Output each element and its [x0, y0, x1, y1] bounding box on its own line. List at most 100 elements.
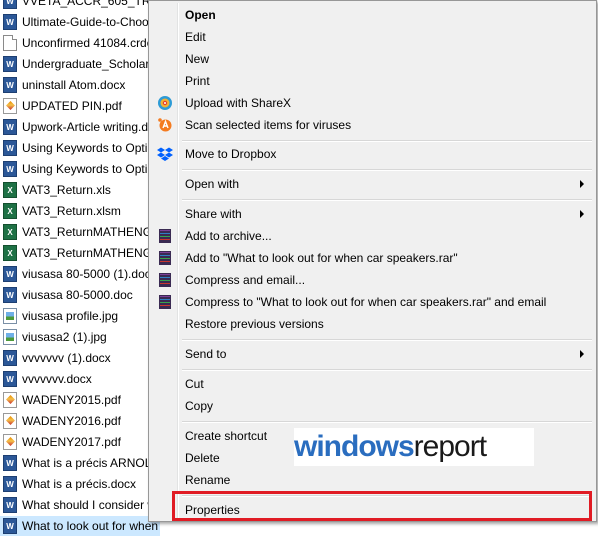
word-file-icon — [3, 455, 17, 471]
file-name: WADENY2015.pdf — [22, 393, 121, 407]
file-name: uninstall Atom.docx — [22, 78, 126, 92]
menu-separator — [182, 339, 592, 341]
menu-item-print[interactable]: Print — [151, 70, 594, 92]
file-name: viusasa2 (1).jpg — [22, 330, 107, 344]
watermark-part-report: report — [413, 430, 487, 463]
file-name: What should I consider w — [22, 498, 157, 512]
menu-item-copy[interactable]: Copy — [151, 395, 594, 417]
menu-item-open[interactable]: Open — [151, 4, 594, 26]
menu-item-label: Add to "What to look out for when car sp… — [185, 251, 458, 265]
menu-item-label: Compress and email... — [185, 273, 306, 287]
file-list-item[interactable]: UPDATED PIN.pdf — [0, 96, 160, 116]
file-list-item[interactable]: Using Keywords to Optir — [0, 159, 160, 179]
file-list-item[interactable]: What to look out for when c — [0, 516, 160, 536]
menu-item-label: Create shortcut — [185, 429, 268, 443]
file-list-item[interactable]: WADENY2016.pdf — [0, 411, 160, 431]
pdf-file-icon — [3, 413, 17, 429]
file-name: What is a précis ARNOLD — [22, 456, 160, 470]
dropbox-icon — [157, 147, 173, 161]
excel-file-icon — [3, 182, 17, 198]
file-list-item[interactable]: Unconfirmed 41084.crdo — [0, 33, 160, 53]
file-list-item[interactable]: What is a précis.docx — [0, 474, 160, 494]
menu-item-compress-email[interactable]: Compress and email... — [151, 269, 594, 291]
submenu-arrow-icon — [580, 210, 584, 218]
file-list-item[interactable]: viusasa 80-5000.doc — [0, 285, 160, 305]
menu-item-label: Print — [185, 74, 210, 88]
file-name: Unconfirmed 41084.crdo — [22, 36, 154, 50]
word-file-icon — [3, 476, 17, 492]
file-name: Undergraduate_Scholars — [22, 57, 156, 71]
winrar-icon — [157, 294, 173, 310]
file-list-item[interactable]: vvvvvvv.docx — [0, 369, 160, 389]
menu-item-open-with[interactable]: Open with — [151, 173, 594, 195]
menu-item-cut[interactable]: Cut — [151, 373, 594, 395]
menu-item-label: Delete — [185, 451, 220, 465]
file-list-item[interactable]: VAT3_ReturnMATHENGE — [0, 243, 160, 263]
excel-file-icon — [3, 245, 17, 261]
file-list-item[interactable]: viusasa2 (1).jpg — [0, 327, 160, 347]
menu-separator — [182, 421, 592, 423]
file-list-item[interactable]: VVETA_ACCR_605_TRAI — [0, 0, 160, 11]
menu-item-label: Add to archive... — [185, 229, 272, 243]
file-list-item[interactable]: Using Keywords to Optir — [0, 138, 160, 158]
menu-item-compress-rar-email[interactable]: Compress to "What to look out for when c… — [151, 291, 594, 313]
menu-item-rename[interactable]: Rename — [151, 469, 594, 491]
file-list: VVETA_ACCR_605_TRAI Ultimate-Guide-to-Cho… — [0, 0, 160, 536]
excel-file-icon — [3, 224, 17, 240]
file-list-item[interactable]: VAT3_Return.xlsm — [0, 201, 160, 221]
word-file-icon — [3, 350, 17, 366]
file-name: Using Keywords to Optir — [22, 141, 152, 155]
menu-item-label: Send to — [185, 347, 227, 361]
file-list-item[interactable]: Ultimate-Guide-to-Choo — [0, 12, 160, 32]
menu-item-move-dropbox[interactable]: Move to Dropbox — [151, 143, 594, 165]
file-list-item[interactable]: VAT3_ReturnMATHENGE — [0, 222, 160, 242]
file-name: Using Keywords to Optir — [22, 162, 152, 176]
word-file-icon — [3, 497, 17, 513]
file-list-item[interactable]: viusasa 80-5000 (1).doc — [0, 264, 160, 284]
menu-item-label: Rename — [185, 473, 231, 487]
file-name: What to look out for when c — [22, 519, 160, 533]
file-list-item[interactable]: vvvvvvv (1).docx — [0, 348, 160, 368]
menu-item-add-archive[interactable]: Add to archive... — [151, 225, 594, 247]
file-list-item[interactable]: WADENY2015.pdf — [0, 390, 160, 410]
file-list-item[interactable]: viusasa profile.jpg — [0, 306, 160, 326]
file-list-item[interactable]: Upwork-Article writing.d — [0, 117, 160, 137]
word-file-icon — [3, 119, 17, 135]
image-file-icon — [3, 308, 17, 324]
file-name: viusasa profile.jpg — [22, 309, 119, 323]
file-list-item[interactable]: VAT3_Return.xls — [0, 180, 160, 200]
menu-item-edit[interactable]: Edit — [151, 26, 594, 48]
winrar-icon — [157, 228, 173, 244]
excel-file-icon — [3, 203, 17, 219]
menu-item-label: Share with — [185, 207, 242, 221]
menu-item-add-rar[interactable]: Add to "What to look out for when car sp… — [151, 247, 594, 269]
word-file-icon — [3, 77, 17, 93]
menu-item-share-with[interactable]: Share with — [151, 203, 594, 225]
menu-item-label: Cut — [185, 377, 204, 391]
word-file-icon — [3, 287, 17, 303]
word-file-icon — [3, 56, 17, 72]
menu-item-new[interactable]: New — [151, 48, 594, 70]
menu-item-label: Restore previous versions — [185, 317, 324, 331]
file-name: WADENY2017.pdf — [22, 435, 121, 449]
file-name: viusasa 80-5000.doc — [22, 288, 133, 302]
word-file-icon — [3, 161, 17, 177]
properties-highlight-box — [172, 491, 592, 521]
sharex-icon — [158, 96, 172, 110]
menu-item-restore-versions[interactable]: Restore previous versions — [151, 313, 594, 335]
file-name: Upwork-Article writing.d — [22, 120, 149, 134]
file-name: What is a précis.docx — [22, 477, 137, 491]
file-name: viusasa 80-5000 (1).doc — [22, 267, 151, 281]
menu-item-send-to[interactable]: Send to — [151, 343, 594, 365]
file-name: vvvvvvv (1).docx — [22, 351, 111, 365]
file-name: VAT3_Return.xls — [22, 183, 111, 197]
menu-separator — [182, 369, 592, 371]
file-list-item[interactable]: What is a précis ARNOLD — [0, 453, 160, 473]
file-list-item[interactable]: uninstall Atom.docx — [0, 75, 160, 95]
image-file-icon — [3, 329, 17, 345]
file-list-item[interactable]: WADENY2017.pdf — [0, 432, 160, 452]
menu-item-upload-sharex[interactable]: Upload with ShareX — [151, 92, 594, 114]
menu-item-scan-viruses[interactable]: Scan selected items for viruses — [151, 114, 594, 136]
file-list-item[interactable]: What should I consider w — [0, 495, 160, 515]
file-list-item[interactable]: Undergraduate_Scholars — [0, 54, 160, 74]
